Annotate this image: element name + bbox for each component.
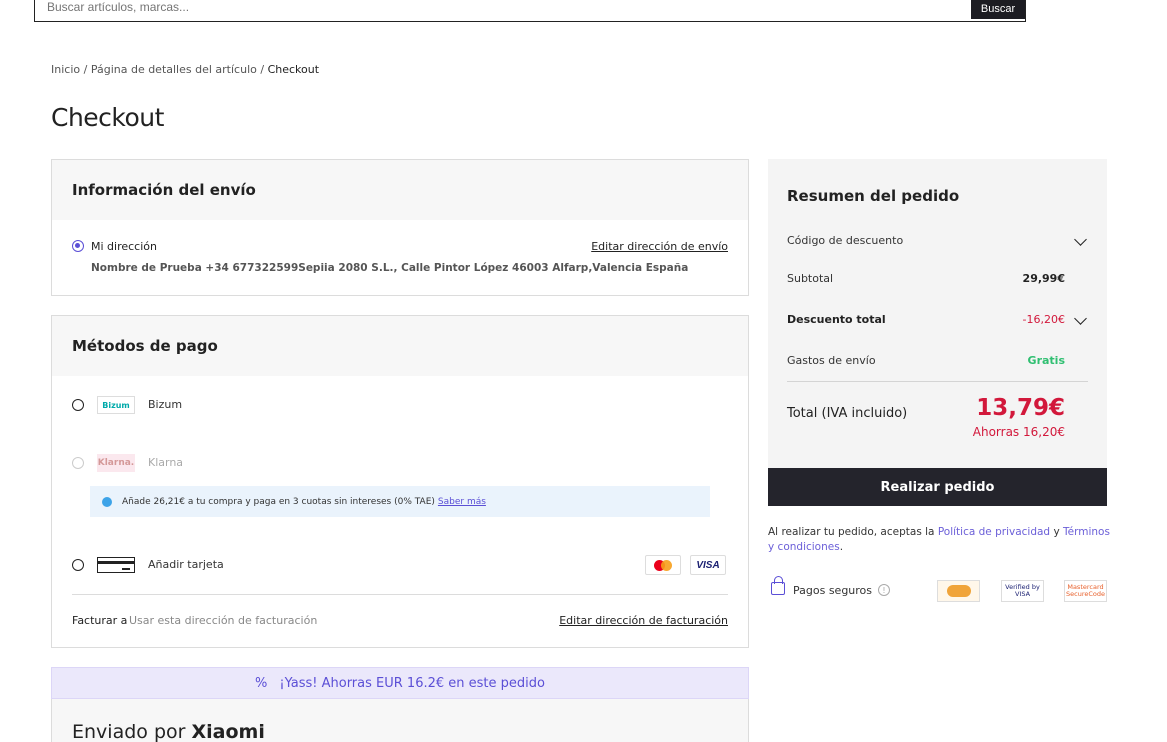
chevron-down-icon[interactable] (1074, 233, 1087, 246)
divider (72, 594, 728, 595)
lock-icon (771, 576, 785, 595)
edit-shipping-address-link[interactable]: Editar dirección de envío (591, 240, 728, 253)
billing-label: Facturar a (72, 614, 128, 627)
search-bar: Buscar (34, 0, 1026, 22)
order-summary: Resumen del pedido Código de descuento S… (768, 159, 1107, 468)
breadcrumb-separator: / (83, 63, 88, 76)
billing-value: Usar esta dirección de facturación (129, 614, 318, 627)
info-icon (102, 496, 112, 507)
discount-total-value: -16,20€ (1022, 313, 1065, 326)
klarna-label: Klarna (148, 456, 184, 469)
terms-suffix: . (839, 541, 844, 553)
klarna-radio[interactable] (72, 457, 84, 469)
card-radio[interactable] (72, 559, 84, 571)
address-option[interactable]: Mi dirección Editar dirección de envío N… (52, 220, 748, 296)
klarna-info-text: Añade 26,21€ a tu compra y paga en 3 cuo… (122, 496, 435, 507)
terms-prefix: Al realizar tu pedido, aceptas la (768, 526, 935, 538)
edit-billing-address-link[interactable]: Editar dirección de facturación (559, 614, 728, 627)
search-input[interactable] (47, 0, 947, 18)
page-title: Checkout (51, 103, 164, 132)
bizum-radio[interactable] (72, 399, 84, 411)
address-label: Mi dirección (91, 240, 157, 253)
visa-icon: VISA (690, 555, 726, 575)
discount-code-label: Código de descuento (787, 234, 904, 247)
breadcrumb-current: Checkout (267, 63, 320, 76)
total-value: 13,79€ (976, 395, 1065, 421)
shipping-card: Información del envío Mi dirección Edita… (51, 159, 749, 296)
breadcrumb-home[interactable]: Inicio (51, 63, 80, 76)
shipping-title: Información del envío (52, 160, 748, 220)
bizum-logo-icon: Bizum (97, 396, 135, 414)
breadcrumb: Inicio / Página de detalles del artículo… (51, 63, 319, 76)
shipped-by-prefix: Enviado por (72, 721, 186, 742)
breadcrumb-product[interactable]: Página de detalles del artículo (91, 63, 257, 76)
chevron-down-icon[interactable] (1074, 312, 1087, 325)
payment-option-bizum[interactable]: Bizum Bizum (52, 390, 748, 420)
address-radio[interactable] (72, 240, 84, 252)
place-order-button[interactable]: Realizar pedido (768, 468, 1107, 506)
privacy-policy-link[interactable]: Política de privacidad (938, 526, 1050, 538)
divider (787, 381, 1088, 382)
secure-payments-label: Pagos seguros (793, 584, 873, 597)
percent-icon: % (255, 675, 268, 691)
discount-code-row[interactable]: Código de descuento (787, 234, 1065, 247)
savings-banner: % ¡Yass! Ahorras EUR 16.2€ en este pedid… (51, 667, 749, 699)
info-icon[interactable]: ! (878, 584, 890, 596)
credit-card-icon (97, 557, 135, 573)
mastercard-securecode-icon: Mastercard SecureCode (1064, 580, 1107, 602)
mastercard-icon (645, 555, 681, 575)
discount-total-label: Descuento total (787, 313, 886, 326)
klarna-info-box: Añade 26,21€ a tu compra y paga en 3 cuo… (90, 486, 710, 517)
klarna-logo-icon: Klarna. (97, 454, 135, 472)
shipping-cost-label: Gastos de envío (787, 354, 876, 367)
breadcrumb-separator: / (260, 63, 265, 76)
bizum-label: Bizum (148, 398, 183, 411)
seller-name: Xiaomi (191, 721, 265, 742)
shipping-cost-row: Gastos de envío Gratis (787, 354, 1065, 367)
card-label: Añadir tarjeta (148, 558, 224, 571)
summary-title: Resumen del pedido (787, 187, 960, 205)
shipped-by-header: Enviado por Xiaomi (51, 699, 749, 742)
search-button[interactable]: Buscar (971, 0, 1025, 19)
shipping-cost-value: Gratis (1027, 354, 1065, 367)
subtotal-row: Subtotal 29,99€ (787, 272, 1065, 285)
terms-text: Al realizar tu pedido, aceptas la Políti… (768, 525, 1113, 555)
subtotal-value: 29,99€ (1022, 272, 1065, 285)
terms-conjunction: y (1053, 526, 1060, 538)
address-text: Nombre de Prueba +34 677322599Sepiia 208… (91, 262, 689, 274)
payment-option-klarna[interactable]: Klarna. Klarna (52, 448, 748, 478)
discount-total-row[interactable]: Descuento total -16,20€ (787, 313, 1065, 326)
payment-card: Métodos de pago Bizum Bizum Klarna. Klar… (51, 315, 749, 648)
total-savings: Ahorras 16,20€ (972, 425, 1065, 439)
klarna-learn-more-link[interactable]: Saber más (438, 497, 486, 507)
savings-banner-text: ¡Yass! Ahorras EUR 16.2€ en este pedido (279, 675, 545, 691)
total-label: Total (IVA incluido) (787, 406, 908, 421)
secure-payments: Pagos seguros ! Verified by VISA Masterc… (768, 576, 1107, 604)
subtotal-label: Subtotal (787, 272, 834, 285)
payment-option-card[interactable]: Añadir tarjeta VISA (52, 550, 748, 580)
verified-by-visa-icon: Verified by VISA (1001, 580, 1044, 602)
payment-title: Métodos de pago (52, 316, 748, 376)
secure-seal-icon (937, 580, 980, 602)
